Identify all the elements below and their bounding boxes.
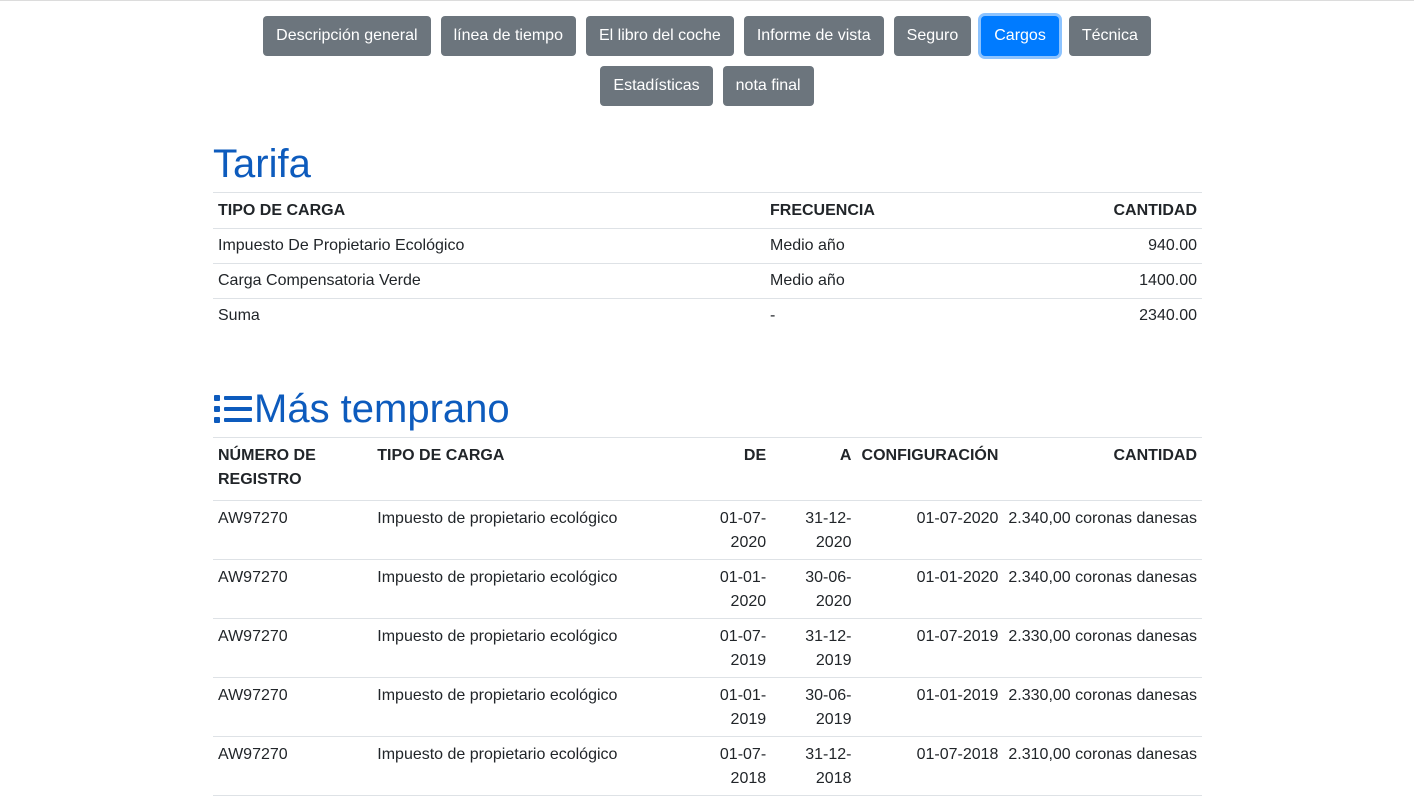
cell-a-line-2: 2020 — [815, 593, 852, 610]
header-a: A — [771, 437, 857, 501]
cell-registro: AW97270 — [213, 500, 373, 560]
table-header-row: TIPO DE CARGA FRECUENCIA CANTIDAD — [213, 192, 1202, 229]
cell-registro: AW97270 — [213, 559, 373, 619]
table-row: AW97270 Impuesto de propietario ecológic… — [213, 500, 1202, 560]
table-row-total: Suma - 2340.00 — [213, 298, 1202, 333]
cell-de-line-1: 01-01- — [719, 687, 767, 704]
cell-a-line-2: 2019 — [815, 711, 852, 728]
cell-tipo: Impuesto de propietario ecológico — [372, 677, 685, 737]
header-cantidad: CANTIDAD — [1005, 192, 1202, 229]
cell-cantidad: 1400.00 — [1005, 263, 1202, 299]
cell-a-line-1: 31-12- — [805, 510, 852, 527]
cell-tipo: Suma — [213, 298, 765, 333]
table-row: AW97270 Impuesto de propietario ecológic… — [213, 618, 1202, 678]
earlier-title: Más temprano — [254, 387, 510, 431]
cell-tipo: Impuesto De Propietario Ecológico — [213, 228, 765, 264]
cell-tipo: Impuesto de propietario ecológico — [372, 559, 685, 619]
tab-nota-final[interactable]: nota final — [722, 66, 814, 106]
cell-a-line-2: 2019 — [815, 652, 852, 669]
cell-configuracion: 01-07-2019 — [856, 618, 1004, 678]
cell-registro: AW97270 — [213, 618, 373, 678]
table-row: Impuesto De Propietario Ecológico Medio … — [213, 228, 1202, 264]
cell-de: 01-01- 2020 — [684, 559, 772, 619]
cell-de-line-1: 01-01- — [719, 569, 767, 586]
cell-cantidad: 940.00 — [1005, 228, 1202, 264]
cell-de-line-1: 01-07- — [719, 628, 767, 645]
cell-de: 01-07- 2019 — [684, 618, 772, 678]
list-icon — [214, 395, 252, 423]
cell-tipo: Impuesto de propietario ecológico — [372, 618, 685, 678]
cell-frecuencia: Medio año — [765, 263, 1006, 299]
cell-a: 30-06- 2020 — [771, 559, 857, 619]
tab-estadisticas[interactable]: Estadísticas — [600, 66, 713, 106]
cell-configuracion: 01-07-2020 — [856, 500, 1004, 560]
cell-de-line-1: 01-07- — [719, 510, 767, 527]
header-frecuencia: FRECUENCIA — [765, 192, 1006, 229]
header-configuracion: CONFIGURACIÓN — [856, 437, 1004, 501]
header-de: DE — [684, 437, 772, 501]
header-numero-de-registro: NÚMERO DE REGISTRO — [213, 437, 373, 501]
cell-de-line-2: 2020 — [730, 593, 767, 610]
cell-a-line-2: 2018 — [815, 770, 852, 787]
cell-de: 01-01- 2019 — [684, 677, 772, 737]
cell-de: 01-07- 2020 — [684, 500, 772, 560]
cell-configuracion: 01-01-2019 — [856, 677, 1004, 737]
main-content: Tarifa TIPO DE CARGA FRECUENCIA CANTIDAD… — [213, 136, 1202, 796]
section-nav: Descripción general línea de tiempo El l… — [0, 16, 1414, 106]
header-cantidad: CANTIDAD — [1003, 437, 1202, 501]
cell-registro: AW97270 — [213, 677, 373, 737]
cell-a: 31-12- 2020 — [771, 500, 857, 560]
tab-descripcion-general[interactable]: Descripción general — [263, 16, 431, 56]
earlier-section: Más temprano NÚMERO DE REGISTRO TIPO DE … — [213, 381, 1202, 796]
earlier-table: NÚMERO DE REGISTRO TIPO DE CARGA DE A CO… — [213, 437, 1202, 796]
table-row: AW97270 Impuesto de propietario ecológic… — [213, 559, 1202, 619]
cell-de-line-2: 2018 — [730, 770, 767, 787]
cell-cantidad: 2.340,00 coronas danesas — [1003, 559, 1202, 619]
tarifa-table: TIPO DE CARGA FRECUENCIA CANTIDAD Impues… — [213, 192, 1202, 333]
cell-frecuencia: Medio año — [765, 228, 1006, 264]
cell-a: 31-12- 2019 — [771, 618, 857, 678]
tab-informe-de-vista[interactable]: Informe de vista — [743, 16, 884, 56]
tab-cargos[interactable]: Cargos — [981, 16, 1059, 56]
section-nav-row-1: Descripción general línea de tiempo El l… — [0, 16, 1414, 56]
cell-tipo: Impuesto de propietario ecológico — [372, 500, 685, 560]
cell-a-line-1: 31-12- — [805, 628, 852, 645]
cell-de-line-2: 2020 — [730, 534, 767, 551]
cell-cantidad: 2.330,00 coronas danesas — [1003, 618, 1202, 678]
header-tipo-de-carga: TIPO DE CARGA — [213, 192, 765, 229]
table-row: AW97270 Impuesto de propietario ecológic… — [213, 677, 1202, 737]
cell-a-line-2: 2020 — [815, 534, 852, 551]
cell-cantidad: 2340.00 — [1005, 298, 1202, 333]
cell-a-line-1: 30-06- — [805, 687, 852, 704]
cell-de-line-1: 01-07- — [719, 746, 767, 763]
cell-a-line-1: 31-12- — [805, 746, 852, 763]
cell-a-line-1: 30-06- — [805, 569, 852, 586]
cell-cantidad: 2.330,00 coronas danesas — [1003, 677, 1202, 737]
cell-tipo: Carga Compensatoria Verde — [213, 263, 765, 299]
header-tipo-de-carga: TIPO DE CARGA — [372, 437, 685, 501]
cell-de-line-2: 2019 — [730, 711, 767, 728]
tab-tecnica[interactable]: Técnica — [1068, 16, 1151, 56]
cell-configuracion: 01-01-2020 — [856, 559, 1004, 619]
cell-frecuencia: - — [765, 298, 1006, 333]
cell-cantidad: 2.340,00 coronas danesas — [1003, 500, 1202, 560]
tarifa-title: Tarifa — [213, 142, 311, 186]
table-header-row: NÚMERO DE REGISTRO TIPO DE CARGA DE A CO… — [213, 437, 1202, 501]
tab-libro-del-coche[interactable]: El libro del coche — [585, 16, 734, 56]
tab-seguro[interactable]: Seguro — [893, 16, 972, 56]
top-divider — [0, 0, 1414, 1]
cell-de-line-2: 2019 — [730, 652, 767, 669]
section-nav-row-2: Estadísticas nota final — [0, 66, 1414, 106]
table-row: Carga Compensatoria Verde Medio año 1400… — [213, 263, 1202, 299]
earlier-heading: Más temprano — [213, 381, 1202, 437]
tab-linea-de-tiempo[interactable]: línea de tiempo — [440, 16, 576, 56]
cell-a: 30-06- 2019 — [771, 677, 857, 737]
